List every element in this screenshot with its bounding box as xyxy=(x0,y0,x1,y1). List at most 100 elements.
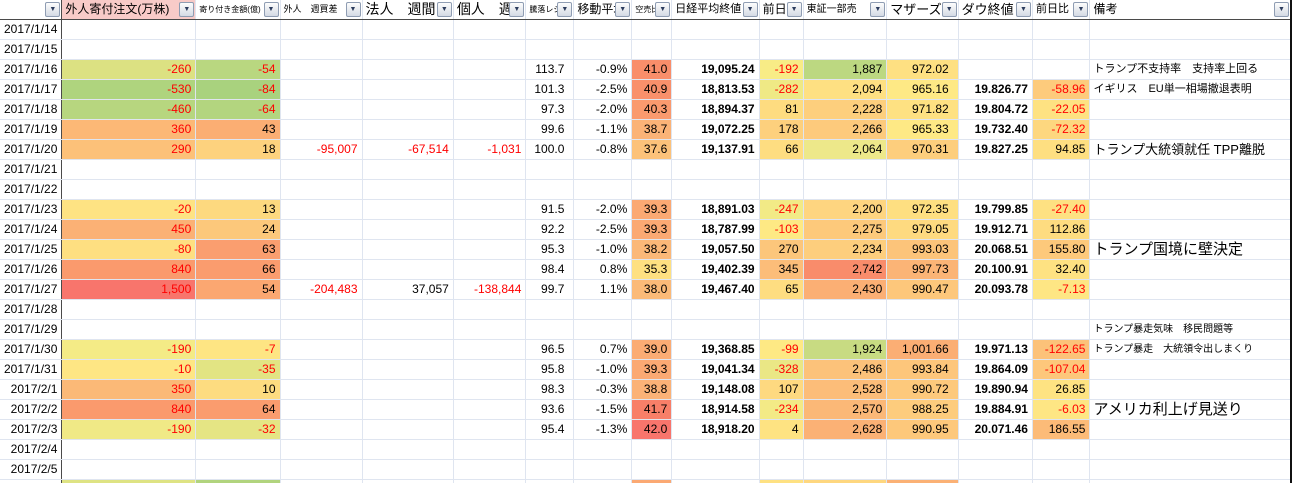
cell-nikkei-change[interactable]: 345 xyxy=(759,260,803,280)
cell-foreign-weekly[interactable] xyxy=(280,360,362,380)
cell-advance-decline-ratio[interactable] xyxy=(526,40,574,60)
filter-dropdown-icon[interactable]: ▼ xyxy=(437,2,452,17)
cell-dow-change[interactable]: -22.05 xyxy=(1032,100,1090,120)
cell-foreign-weekly[interactable] xyxy=(280,100,362,120)
cell-dow-change[interactable]: -27.40 xyxy=(1032,200,1090,220)
cell-nikkei-close[interactable] xyxy=(672,20,759,40)
cell-advance-decline-ratio[interactable]: 95.8 xyxy=(526,360,574,380)
cell-dow-change[interactable]: 112.86 xyxy=(1032,220,1090,240)
cell-nikkei-change[interactable]: 4 xyxy=(759,420,803,440)
date-cell[interactable]: 2017/1/27 xyxy=(0,280,62,300)
cell-mothers-index[interactable]: 972.02 xyxy=(887,60,958,80)
cell-short-sell-ratio[interactable]: 41.0 xyxy=(632,60,672,80)
cell-remarks[interactable]: トランプ不支持率 支持率上回る xyxy=(1090,60,1291,80)
cell-advance-decline-ratio[interactable]: 99.6 xyxy=(526,120,574,140)
cell-moving-average[interactable] xyxy=(574,440,632,460)
cell-nikkei-change[interactable]: -103 xyxy=(759,220,803,240)
cell-corporate-weekly[interactable] xyxy=(362,340,453,360)
cell-tse1-volume[interactable]: 2,430 xyxy=(803,280,887,300)
date-cell[interactable]: 2017/2/5 xyxy=(0,460,62,480)
cell-foreign-weekly[interactable] xyxy=(280,240,362,260)
cell-individual-weekly[interactable] xyxy=(453,340,526,360)
cell-open-amount[interactable]: 66 xyxy=(196,260,280,280)
cell-foreign-open-orders[interactable]: 350 xyxy=(62,380,196,400)
cell-individual-weekly[interactable] xyxy=(453,360,526,380)
date-cell[interactable]: 2017/1/23 xyxy=(0,200,62,220)
cell-individual-weekly[interactable] xyxy=(453,100,526,120)
cell-dow-close[interactable] xyxy=(958,60,1032,80)
cell-remarks[interactable]: イギリス EU単一相場撤退表明 xyxy=(1090,80,1291,100)
cell-dow-change[interactable] xyxy=(1032,20,1090,40)
cell-moving-average[interactable]: -0.3% xyxy=(574,380,632,400)
cell-foreign-weekly[interactable] xyxy=(280,320,362,340)
cell-tse1-volume[interactable] xyxy=(803,460,887,480)
cell-foreign-weekly[interactable] xyxy=(280,80,362,100)
cell-advance-decline-ratio[interactable] xyxy=(526,160,574,180)
filter-dropdown-icon[interactable]: ▼ xyxy=(264,2,279,17)
date-cell[interactable]: 2017/1/30 xyxy=(0,340,62,360)
cell-tse1-volume[interactable] xyxy=(803,320,887,340)
cell-nikkei-change[interactable] xyxy=(759,160,803,180)
cell-moving-average[interactable]: -1.1% xyxy=(574,120,632,140)
filter-dropdown-icon[interactable]: ▼ xyxy=(1016,2,1031,17)
cell-dow-close[interactable]: 19.890.94 xyxy=(958,380,1032,400)
cell-foreign-weekly[interactable] xyxy=(280,300,362,320)
cell-remarks[interactable] xyxy=(1090,360,1291,380)
cell-foreign-weekly[interactable] xyxy=(280,440,362,460)
cell-dow-change[interactable] xyxy=(1032,320,1090,340)
cell-corporate-weekly[interactable] xyxy=(362,180,453,200)
cell-dow-change[interactable]: -107.04 xyxy=(1032,360,1090,380)
cell-nikkei-change[interactable] xyxy=(759,180,803,200)
cell-open-amount[interactable]: 24 xyxy=(196,220,280,240)
cell-dow-change[interactable]: -58.96 xyxy=(1032,80,1090,100)
cell-individual-weekly[interactable] xyxy=(453,80,526,100)
cell-open-amount[interactable] xyxy=(196,40,280,60)
cell-nikkei-change[interactable] xyxy=(759,20,803,40)
cell-short-sell-ratio[interactable]: 37.6 xyxy=(632,140,672,160)
cell-nikkei-change[interactable]: -234 xyxy=(759,400,803,420)
cell-remarks[interactable] xyxy=(1090,120,1291,140)
date-cell[interactable]: 2017/1/17 xyxy=(0,80,62,100)
date-cell[interactable]: 2017/1/18 xyxy=(0,100,62,120)
cell-dow-change[interactable] xyxy=(1032,180,1090,200)
cell-advance-decline-ratio[interactable]: 93.6 xyxy=(526,400,574,420)
cell-tse1-volume[interactable]: 2,742 xyxy=(803,260,887,280)
cell-open-amount[interactable]: 13 xyxy=(196,200,280,220)
cell-moving-average[interactable] xyxy=(574,180,632,200)
cell-dow-close[interactable]: 20.068.51 xyxy=(958,240,1032,260)
cell-moving-average[interactable]: -0.9% xyxy=(574,60,632,80)
cell-dow-close[interactable]: 20.093.78 xyxy=(958,280,1032,300)
cell-remarks[interactable] xyxy=(1090,480,1291,483)
cell-nikkei-close[interactable]: 19,057.50 xyxy=(672,240,759,260)
cell-corporate-weekly[interactable] xyxy=(362,320,453,340)
cell-nikkei-change[interactable] xyxy=(759,300,803,320)
cell-corporate-weekly[interactable] xyxy=(362,120,453,140)
cell-individual-weekly[interactable] xyxy=(453,200,526,220)
cell-mothers-index[interactable]: 990.72 xyxy=(887,380,958,400)
cell-remarks[interactable] xyxy=(1090,260,1291,280)
date-cell[interactable]: 2017/1/31 xyxy=(0,360,62,380)
cell-nikkei-change[interactable]: -192 xyxy=(759,60,803,80)
cell-nikkei-close[interactable]: 19,368.85 xyxy=(672,340,759,360)
cell-moving-average[interactable] xyxy=(574,20,632,40)
cell-remarks[interactable] xyxy=(1090,280,1291,300)
cell-nikkei-close[interactable]: 18,918.20 xyxy=(672,420,759,440)
cell-nikkei-change[interactable]: 65 xyxy=(759,280,803,300)
cell-dow-close[interactable]: 19.732.40 xyxy=(958,120,1032,140)
cell-advance-decline-ratio[interactable] xyxy=(526,460,574,480)
cell-dow-close[interactable]: 20.100.91 xyxy=(958,260,1032,280)
cell-dow-close[interactable] xyxy=(958,300,1032,320)
date-cell[interactable]: 2017/1/14 xyxy=(0,20,62,40)
cell-open-amount[interactable] xyxy=(196,20,280,40)
cell-advance-decline-ratio[interactable] xyxy=(526,20,574,40)
cell-individual-weekly[interactable] xyxy=(453,60,526,80)
cell-remarks[interactable]: トランプ暴走気味 移民問題等 xyxy=(1090,320,1291,340)
cell-nikkei-change[interactable]: 59 xyxy=(759,480,803,483)
cell-foreign-open-orders[interactable]: -460 xyxy=(62,100,196,120)
cell-dow-close[interactable]: 19.864.09 xyxy=(958,360,1032,380)
cell-foreign-open-orders[interactable]: -390 xyxy=(62,480,196,483)
cell-foreign-open-orders[interactable]: 450 xyxy=(62,220,196,240)
cell-foreign-weekly[interactable] xyxy=(280,220,362,240)
cell-dow-close[interactable] xyxy=(958,180,1032,200)
cell-nikkei-close[interactable]: 19,072.25 xyxy=(672,120,759,140)
